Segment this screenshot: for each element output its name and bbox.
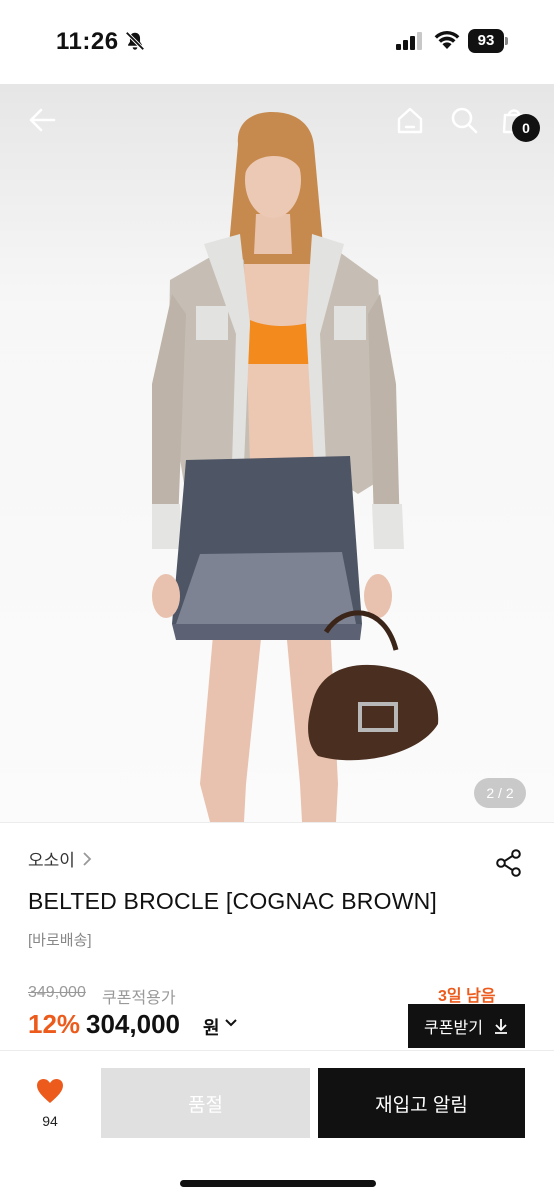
sale-price: 304,000 bbox=[86, 1009, 180, 1039]
get-coupon-button[interactable]: 쿠폰받기 bbox=[408, 1004, 525, 1048]
divider bbox=[0, 822, 554, 823]
battery-level: 93 bbox=[468, 29, 504, 53]
original-price: 349,000 bbox=[28, 984, 86, 1001]
product-name: BELTED BROCLE [COGNAC BROWN] bbox=[28, 888, 438, 914]
chevron-right-icon bbox=[83, 851, 92, 866]
heart-icon bbox=[37, 1079, 63, 1103]
coupon-button-label: 쿠폰받기 bbox=[424, 1020, 483, 1037]
battery-icon: 93 bbox=[468, 29, 508, 53]
download-icon bbox=[494, 1019, 507, 1034]
home-icon bbox=[397, 107, 423, 134]
soldout-button[interactable]: 품절 bbox=[101, 1068, 310, 1138]
brand-name: 오소이 bbox=[28, 851, 75, 870]
status-time: 11:26 bbox=[56, 28, 119, 55]
wifi-icon bbox=[434, 31, 460, 49]
signal-icon bbox=[396, 32, 422, 50]
home-button[interactable] bbox=[390, 100, 430, 140]
share-icon bbox=[496, 849, 521, 877]
days-left-badge: 3일 남음 bbox=[438, 988, 496, 1005]
share-button[interactable] bbox=[494, 848, 524, 878]
home-indicator bbox=[180, 1180, 376, 1187]
coupon-price-label: 쿠폰적용가 bbox=[102, 990, 176, 1007]
status-bar: 11:26 93 bbox=[0, 0, 554, 84]
like-count: 94 bbox=[42, 1113, 58, 1129]
back-arrow-icon bbox=[29, 108, 56, 132]
top-nav bbox=[0, 84, 554, 154]
restock-alert-button[interactable]: 재입고 알림 bbox=[318, 1068, 525, 1138]
bell-off-icon bbox=[125, 31, 145, 51]
search-button[interactable] bbox=[444, 100, 484, 140]
like-button[interactable]: 94 bbox=[30, 1078, 70, 1134]
cart-count-badge[interactable]: 0 bbox=[512, 114, 540, 142]
shipping-tag: [바로배송] bbox=[28, 932, 92, 949]
model-photo bbox=[152, 112, 439, 822]
chevron-down-icon[interactable] bbox=[224, 1016, 238, 1030]
currency-label: 원 bbox=[203, 1018, 220, 1038]
discount-rate: 12% bbox=[28, 1009, 81, 1039]
brand-link[interactable]: 오소이 bbox=[28, 846, 93, 871]
product-image[interactable] bbox=[0, 84, 554, 822]
image-page-indicator: 2 / 2 bbox=[474, 778, 526, 808]
search-icon bbox=[451, 107, 478, 134]
back-button[interactable] bbox=[22, 100, 62, 140]
